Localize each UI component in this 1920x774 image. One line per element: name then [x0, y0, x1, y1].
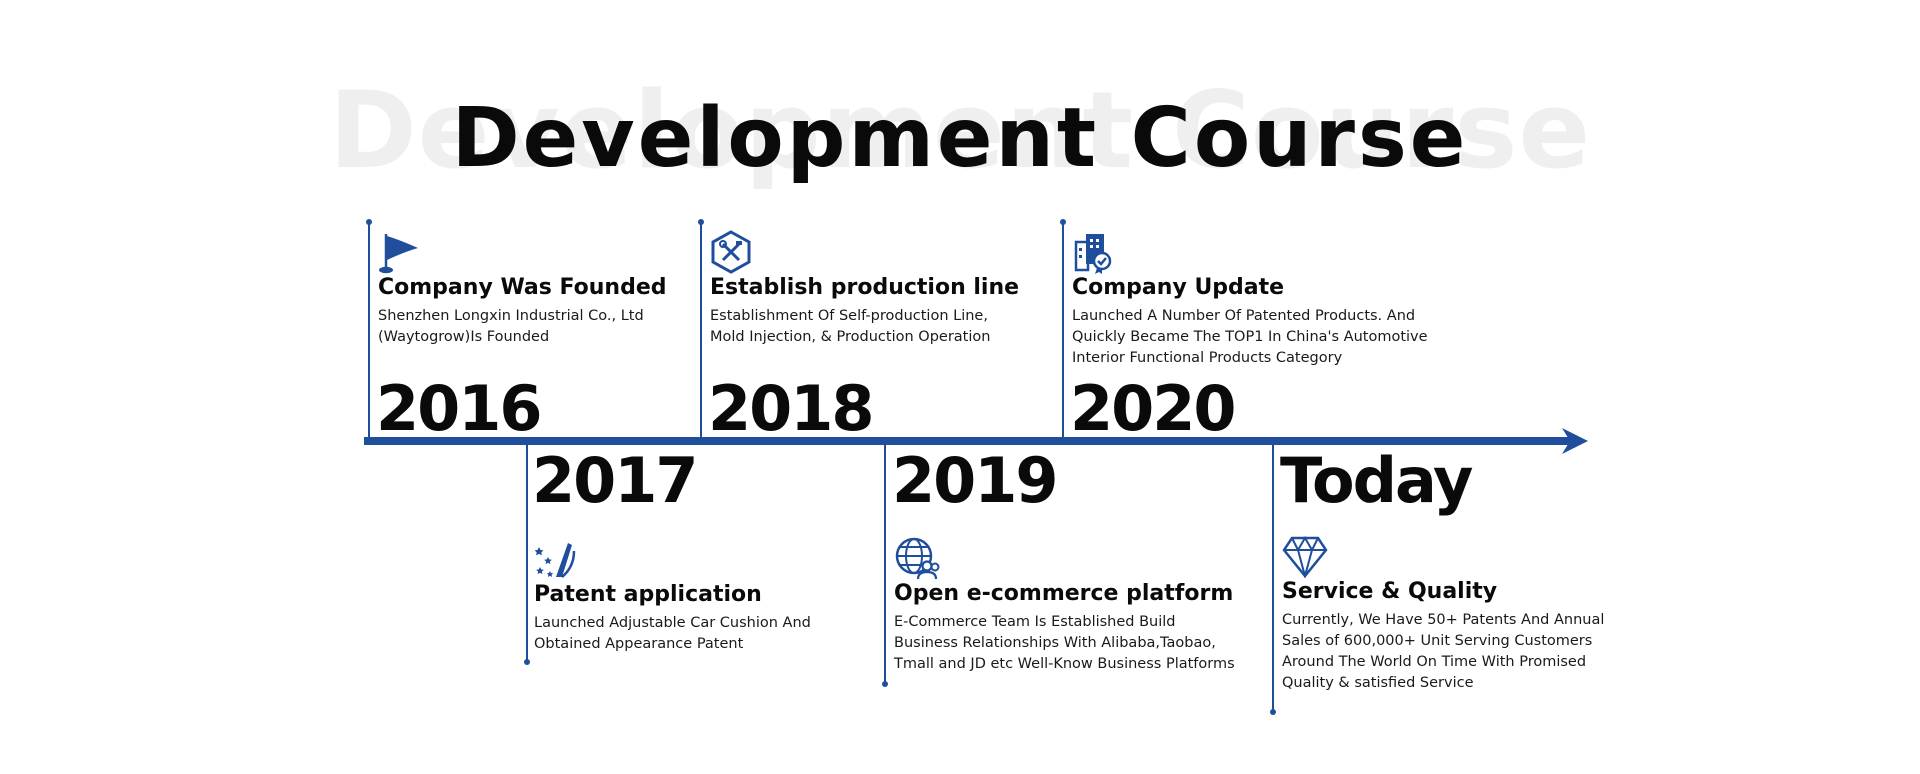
milestone-2017: Patent application Launched Adjustable C… — [534, 537, 811, 655]
milestone-today: Service & Quality Currently, We Have 50+… — [1282, 534, 1604, 694]
milestone-title: Patent application — [534, 582, 762, 607]
certified-building-icon — [1072, 230, 1114, 274]
milestone-2020: Company Update Launched A Number Of Pate… — [1072, 230, 1428, 369]
year-label-2019: 2019 — [892, 444, 1059, 517]
milestone-2016: Company Was Founded Shenzhen Longxin Ind… — [378, 230, 667, 348]
page-title: Development Course — [451, 91, 1469, 186]
year-label-today: Today — [1280, 444, 1473, 517]
tools-icon — [710, 230, 752, 274]
milestone-description: Launched A Number Of Patented Products. … — [1072, 308, 1428, 366]
connector-2017 — [524, 442, 530, 665]
milestone-description: Launched Adjustable Car Cushion And Obta… — [534, 615, 811, 652]
year-label-2016: 2016 — [376, 372, 543, 445]
milestone-title: Service & Quality — [1282, 579, 1498, 604]
year-label-2017: 2017 — [532, 444, 699, 517]
milestone-2018: Establish production line Establishment … — [710, 230, 1019, 348]
diamond-icon — [1282, 534, 1328, 578]
milestone-title: Company Was Founded — [378, 275, 667, 300]
connector-today — [1270, 442, 1276, 715]
year-label-2020: 2020 — [1070, 372, 1237, 445]
patent-icon — [534, 537, 576, 579]
globe-users-icon — [894, 536, 940, 580]
milestone-description: Establishment Of Self-production Line, M… — [710, 308, 991, 345]
connector-2020 — [1060, 219, 1066, 440]
milestone-title: Open e-commerce platform — [894, 581, 1234, 606]
milestone-description: Currently, We Have 50+ Patents And Annua… — [1282, 612, 1605, 691]
milestone-description: Shenzhen Longxin Industrial Co., Ltd (Wa… — [378, 308, 644, 345]
connector-2018 — [698, 219, 704, 440]
milestone-2019: Open e-commerce platform E-Commerce Team… — [894, 536, 1235, 675]
milestone-title: Establish production line — [710, 275, 1020, 300]
arrow-right-icon — [1562, 428, 1588, 454]
milestone-description: E-Commerce Team Is Established Build Bus… — [894, 614, 1235, 672]
connector-2019 — [882, 442, 888, 687]
flag-icon — [378, 230, 420, 274]
year-label-2018: 2018 — [708, 372, 875, 445]
milestone-title: Company Update — [1072, 275, 1285, 300]
connector-2016 — [366, 219, 372, 440]
